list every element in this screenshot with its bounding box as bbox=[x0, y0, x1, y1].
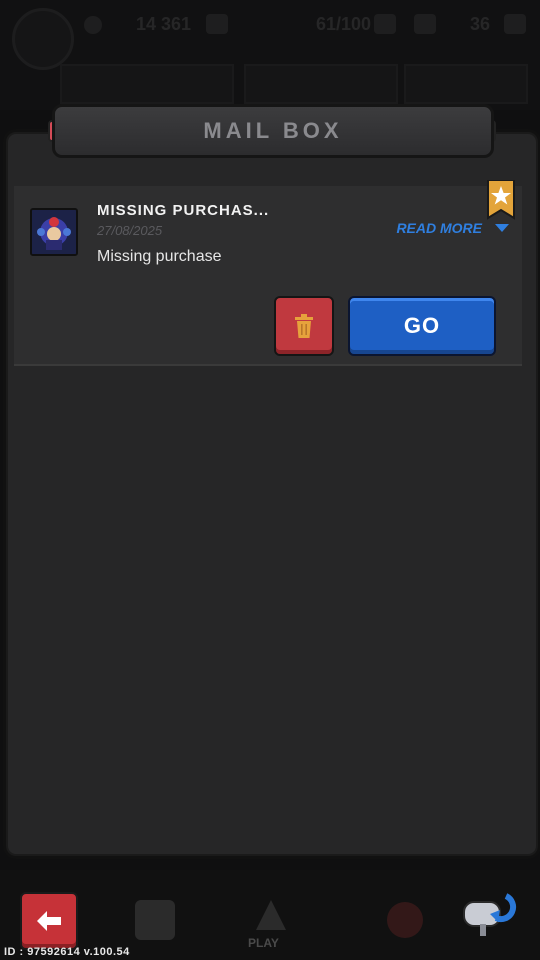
player-avatar bbox=[12, 8, 74, 70]
mail-body: Missing purchase bbox=[97, 248, 222, 265]
gold-icon bbox=[84, 16, 102, 34]
energy-add-icon bbox=[374, 14, 396, 34]
delete-mail-button[interactable] bbox=[274, 296, 334, 356]
nav-play-label: PLAY bbox=[248, 936, 279, 950]
trash-icon bbox=[295, 314, 313, 338]
background-hud: 14 361 61/100 36 bbox=[0, 0, 540, 110]
page-title: MAIL BOX bbox=[203, 118, 343, 143]
hud-bar-left bbox=[60, 64, 234, 104]
mail-item[interactable]: MISSING PURCHAS... 27/08/2025 Missing pu… bbox=[14, 180, 522, 366]
nav-shop-icon[interactable] bbox=[370, 890, 440, 950]
read-more-link[interactable]: READ MORE bbox=[396, 220, 482, 236]
arrow-left-icon bbox=[37, 911, 61, 931]
chevron-down-icon[interactable] bbox=[494, 220, 510, 234]
title-plate: MAIL BOX bbox=[52, 104, 494, 158]
gold-value: 14 361 bbox=[136, 14, 192, 34]
mail-title: MISSING PURCHAS... bbox=[97, 202, 270, 219]
ticket-add-icon bbox=[504, 14, 526, 34]
energy-value: 61/100 bbox=[316, 14, 372, 34]
ticket-icon bbox=[414, 14, 436, 34]
gold-add-icon bbox=[206, 14, 228, 34]
go-button[interactable]: GO bbox=[348, 296, 496, 356]
hud-bar-middle bbox=[244, 64, 398, 104]
mail-date: 27/08/2025 bbox=[97, 223, 163, 238]
back-button[interactable] bbox=[20, 892, 78, 950]
hud-bar-right bbox=[404, 64, 528, 104]
favorite-ribbon-icon bbox=[487, 180, 515, 220]
nav-team-icon[interactable] bbox=[120, 890, 190, 950]
mailbox-icon[interactable] bbox=[462, 888, 518, 938]
mail-sender-avatar bbox=[30, 208, 78, 256]
ticket-value: 36 bbox=[470, 14, 491, 34]
go-button-label: GO bbox=[403, 313, 441, 338]
build-id-text: ID : 97592614 v.100.54 bbox=[4, 946, 130, 958]
hero-portrait-icon bbox=[32, 210, 76, 254]
